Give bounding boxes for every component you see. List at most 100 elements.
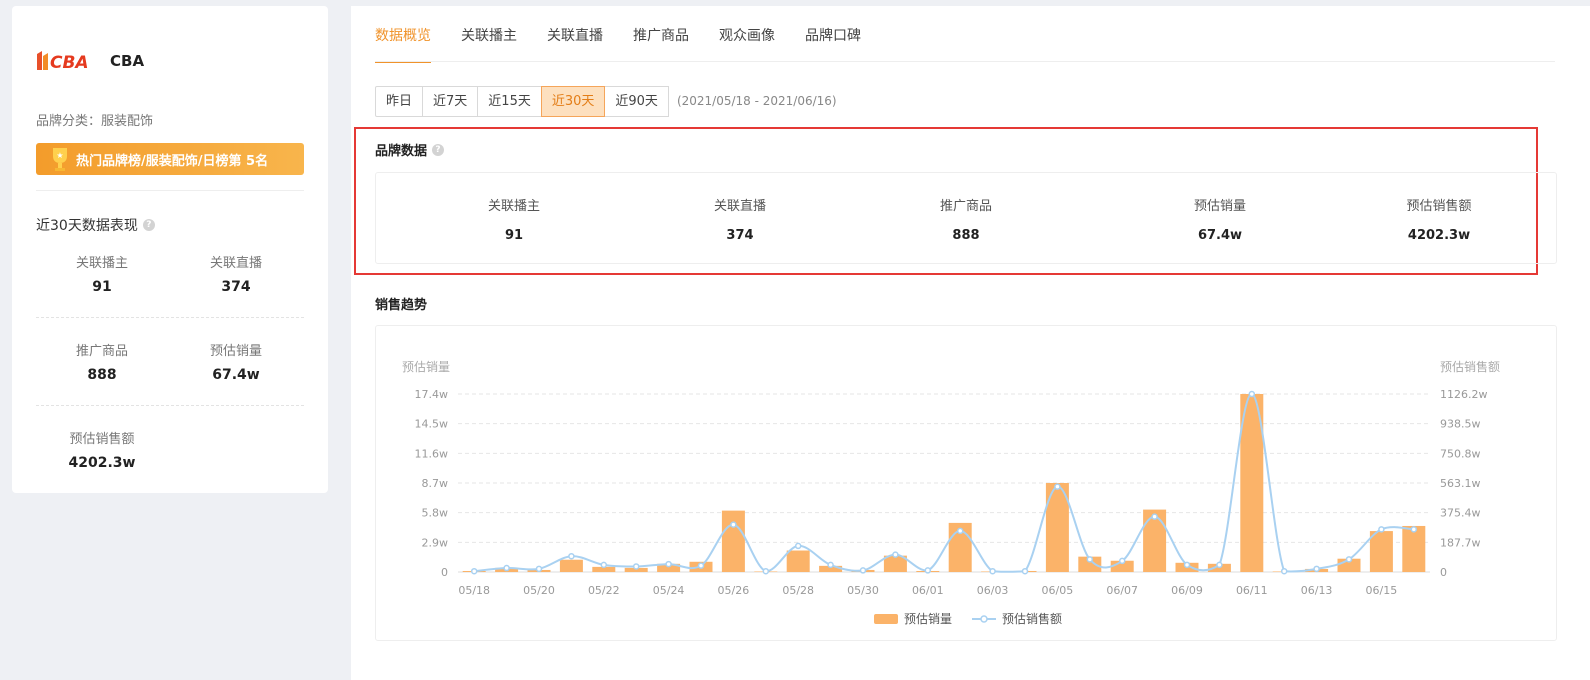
rank-banner[interactable]: ★ 热门品牌榜/服装配饰/日榜第 5名: [36, 143, 304, 175]
line-point: [1378, 526, 1385, 533]
x-tick-label: 06/01: [912, 584, 944, 597]
divider: [36, 190, 304, 191]
svg-text:CBA: CBA: [50, 53, 89, 72]
line-point: [924, 567, 932, 574]
x-tick-label: 06/13: [1301, 584, 1333, 597]
line-point: [1118, 557, 1126, 565]
brand-stat-sales: 预估销量 67.4w: [1140, 195, 1300, 243]
line-point: [1021, 567, 1029, 575]
trophy-icon: ★: [36, 143, 76, 175]
line-point: [1345, 556, 1353, 563]
bar: [1402, 525, 1426, 572]
perf-title: 近30天数据表现 ?: [36, 215, 155, 235]
stat-label: 预估销售额: [1406, 199, 1472, 214]
stat-value: 4202.3w: [1407, 228, 1471, 243]
brand-data-card: 关联播主 91 关联直播 374 推广商品 888 预估销量 67.4w 预估销…: [375, 172, 1557, 264]
stat-value: 374: [726, 228, 754, 243]
legend-label: 预估销量: [904, 612, 952, 626]
stat-label: 预估销量: [1193, 199, 1246, 214]
line-point: [1086, 556, 1094, 563]
y-tick-label: 8.7w: [422, 477, 449, 490]
trend-title: 销售趋势: [375, 294, 427, 313]
tab-overview[interactable]: 数据概览: [375, 6, 431, 63]
sidebar-stat-revenue: 预估销售额 4202.3w: [32, 428, 172, 471]
x-tick-label: 05/24: [653, 584, 685, 597]
y-tick-label: 0: [441, 566, 448, 579]
line-point: [632, 563, 640, 570]
bar: [721, 510, 745, 572]
bar: [786, 550, 810, 572]
line-point: [665, 560, 672, 568]
y2-axis-title: 预估销售额: [1440, 359, 1500, 374]
y2-tick-label: 1126.2w: [1440, 388, 1488, 401]
line-point: [1054, 483, 1061, 490]
line-point: [470, 567, 478, 575]
y-tick-label: 17.4w: [415, 388, 449, 401]
tabs-divider: [375, 61, 1555, 62]
bar: [559, 559, 583, 572]
range-30d-button[interactable]: 近30天: [540, 86, 606, 117]
x-tick-label: 06/15: [1366, 584, 1398, 597]
line-point: [1216, 561, 1223, 569]
tab-lives[interactable]: 关联直播: [547, 6, 603, 62]
tab-products[interactable]: 推广商品: [633, 6, 689, 62]
brand-stat-lives: 关联直播 374: [660, 195, 820, 243]
svg-text:★: ★: [56, 151, 63, 160]
stat-label: 推广商品: [75, 344, 128, 359]
divider: [36, 405, 304, 406]
brand-data-title: 品牌数据 ?: [375, 140, 445, 159]
range-90d-button[interactable]: 近90天: [604, 86, 669, 117]
tab-bar: 数据概览 关联播主 关联直播 推广商品 观众画像 品牌口碑: [375, 6, 891, 63]
line-point: [730, 521, 737, 528]
sidebar-stat-anchors: 关联播主 91: [32, 252, 172, 295]
line-point: [794, 542, 802, 550]
stat-label: 推广商品: [939, 199, 992, 214]
x-tick-label: 06/09: [1171, 584, 1203, 597]
line-point: [1313, 565, 1320, 573]
line-point: [1410, 526, 1418, 533]
help-icon[interactable]: ?: [432, 143, 445, 156]
line-point: [859, 567, 867, 574]
tab-audience[interactable]: 观众画像: [719, 6, 775, 62]
sales-trend-chart: 预估销量 预估销售额0 02.9w 187.7w5.8w 375.4w8.7w 563.1…: [402, 359, 1500, 626]
rank-text: 热门品牌榜/服装配饰/日榜第 5名: [76, 153, 269, 169]
stat-value: 4202.3w: [68, 455, 136, 471]
line-point: [956, 527, 964, 535]
legend-label: 预估销售额: [1002, 611, 1062, 626]
line-point: [600, 561, 608, 569]
y-tick-label: 5.8w: [422, 507, 449, 520]
range-15d-button[interactable]: 近15天: [477, 86, 542, 117]
y-tick-label: 14.5w: [415, 418, 449, 431]
range-7d-button[interactable]: 近7天: [422, 86, 479, 117]
y-tick-label: 11.6w: [415, 447, 449, 460]
y2-tick-label: 750.8w: [1440, 447, 1481, 460]
brand-stat-revenue: 预估销售额 4202.3w: [1359, 195, 1519, 243]
line-point: [1280, 567, 1288, 575]
line-point: [503, 564, 510, 572]
y-axis-title: 预估销量: [402, 360, 450, 374]
line-point: [892, 551, 899, 558]
tab-anchors[interactable]: 关联播主: [461, 6, 517, 62]
stat-value: 67.4w: [212, 367, 260, 383]
x-tick-label: 05/30: [847, 584, 879, 597]
range-yesterday-button[interactable]: 昨日: [375, 86, 424, 117]
help-icon[interactable]: ?: [142, 219, 155, 231]
stat-value: 374: [221, 279, 251, 295]
x-tick-label: 05/20: [523, 584, 555, 597]
stat-value: 888: [952, 228, 980, 243]
y2-tick-label: 187.7w: [1440, 536, 1481, 549]
x-tick-label: 05/18: [458, 584, 490, 597]
brand-stat-products: 推广商品 888: [886, 195, 1046, 243]
stat-value: 91: [504, 228, 524, 243]
line-point: [989, 567, 996, 575]
x-tick-label: 06/03: [977, 584, 1009, 597]
stat-value: 67.4w: [1197, 228, 1243, 243]
tab-reputation[interactable]: 品牌口碑: [805, 6, 861, 62]
x-tick-label: 06/11: [1236, 584, 1268, 597]
main-panel: 数据概览 关联播主 关联直播 推广商品 观众画像 品牌口碑 昨日 近7天 近15…: [351, 6, 1590, 680]
date-range-selector: 昨日 近7天 近15天 近30天 近90天 (2021/05/18 - 2021…: [375, 86, 837, 117]
stat-label: 预估销售额: [69, 432, 135, 447]
sidebar-stat-products: 推广商品 888: [32, 340, 172, 383]
sidebar-stat-lives: 关联直播 374: [166, 252, 306, 295]
divider: [36, 317, 304, 318]
